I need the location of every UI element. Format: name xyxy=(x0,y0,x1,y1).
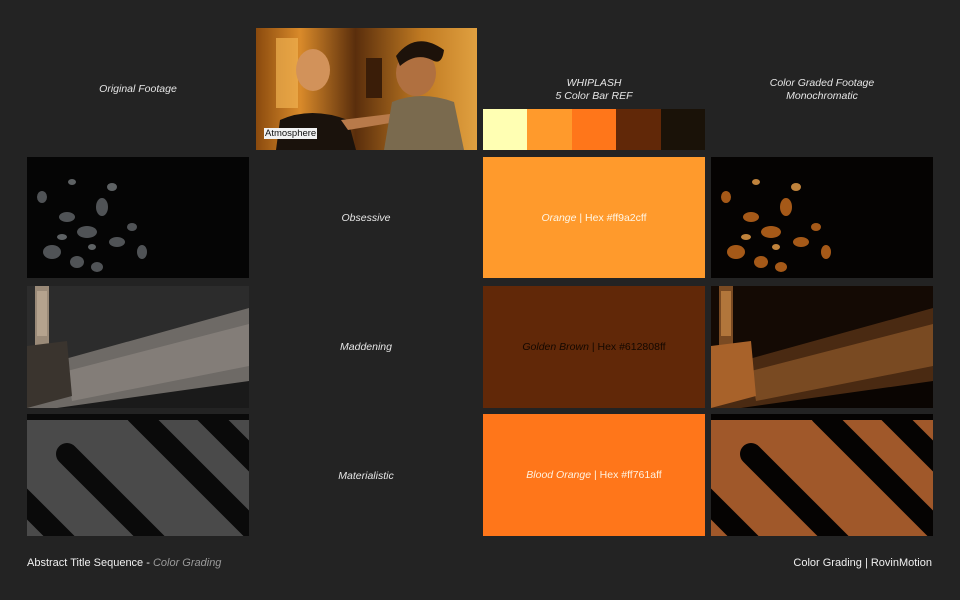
footer-subtitle: Color Grading xyxy=(152,557,222,569)
swatch-3-name: Blood Orange xyxy=(526,469,592,481)
color-bar-swatch-2 xyxy=(527,109,572,150)
swatch-1-hex: | Hex #ff9a2cff xyxy=(576,211,647,224)
original-footage-2 xyxy=(27,286,249,408)
swatch-3: Blood Orange | Hex #ff761aff xyxy=(483,414,705,536)
film-still-image: Atmosphere xyxy=(256,28,477,150)
swatch-3-hex: | Hex #ff761aff xyxy=(591,469,662,481)
footer-right: Color Grading | RovinMotion xyxy=(793,557,932,569)
swatch-2-name: Golden Brown xyxy=(522,341,589,353)
swatch-1: Orange | Hex #ff9a2cff xyxy=(483,157,705,278)
graded-title: Color Graded Footage xyxy=(769,77,875,89)
row-3-word: Materialistic xyxy=(338,470,394,482)
color-bar-heading: WHIPLASH 5 Color Bar REF xyxy=(483,77,705,103)
color-bar-swatch-4 xyxy=(616,109,661,150)
footer-title: Abstract Title Sequence - xyxy=(27,557,153,569)
graded-footage-2 xyxy=(711,286,933,408)
color-bar-swatch-5 xyxy=(661,109,705,150)
row-2-word: Maddening xyxy=(340,341,392,353)
row-1-word: Obsessive xyxy=(341,212,391,224)
color-bar-swatch-1 xyxy=(483,109,527,150)
graded-footage-3 xyxy=(711,414,933,536)
original-footage-heading: Original Footage xyxy=(99,83,177,95)
graded-footage-heading: Color Graded Footage Monochromatic xyxy=(711,77,933,103)
graded-subtitle: Monochromatic xyxy=(786,90,858,102)
color-bar-swatch-3 xyxy=(572,109,616,150)
still-caption: Atmosphere xyxy=(264,128,318,139)
footer-left: Abstract Title Sequence - Color Grading xyxy=(27,557,221,569)
color-bar-subtitle: 5 Color Bar REF xyxy=(555,90,633,102)
color-bar-title: WHIPLASH xyxy=(566,77,622,89)
original-footage-1 xyxy=(27,157,249,278)
original-footage-3 xyxy=(27,414,249,536)
graded-footage-1 xyxy=(711,157,933,278)
swatch-2: Golden Brown | Hex #612808ff xyxy=(483,286,705,408)
swatch-2-hex: | Hex #612808ff xyxy=(588,341,666,353)
swatch-1-name: Orange xyxy=(541,211,577,224)
